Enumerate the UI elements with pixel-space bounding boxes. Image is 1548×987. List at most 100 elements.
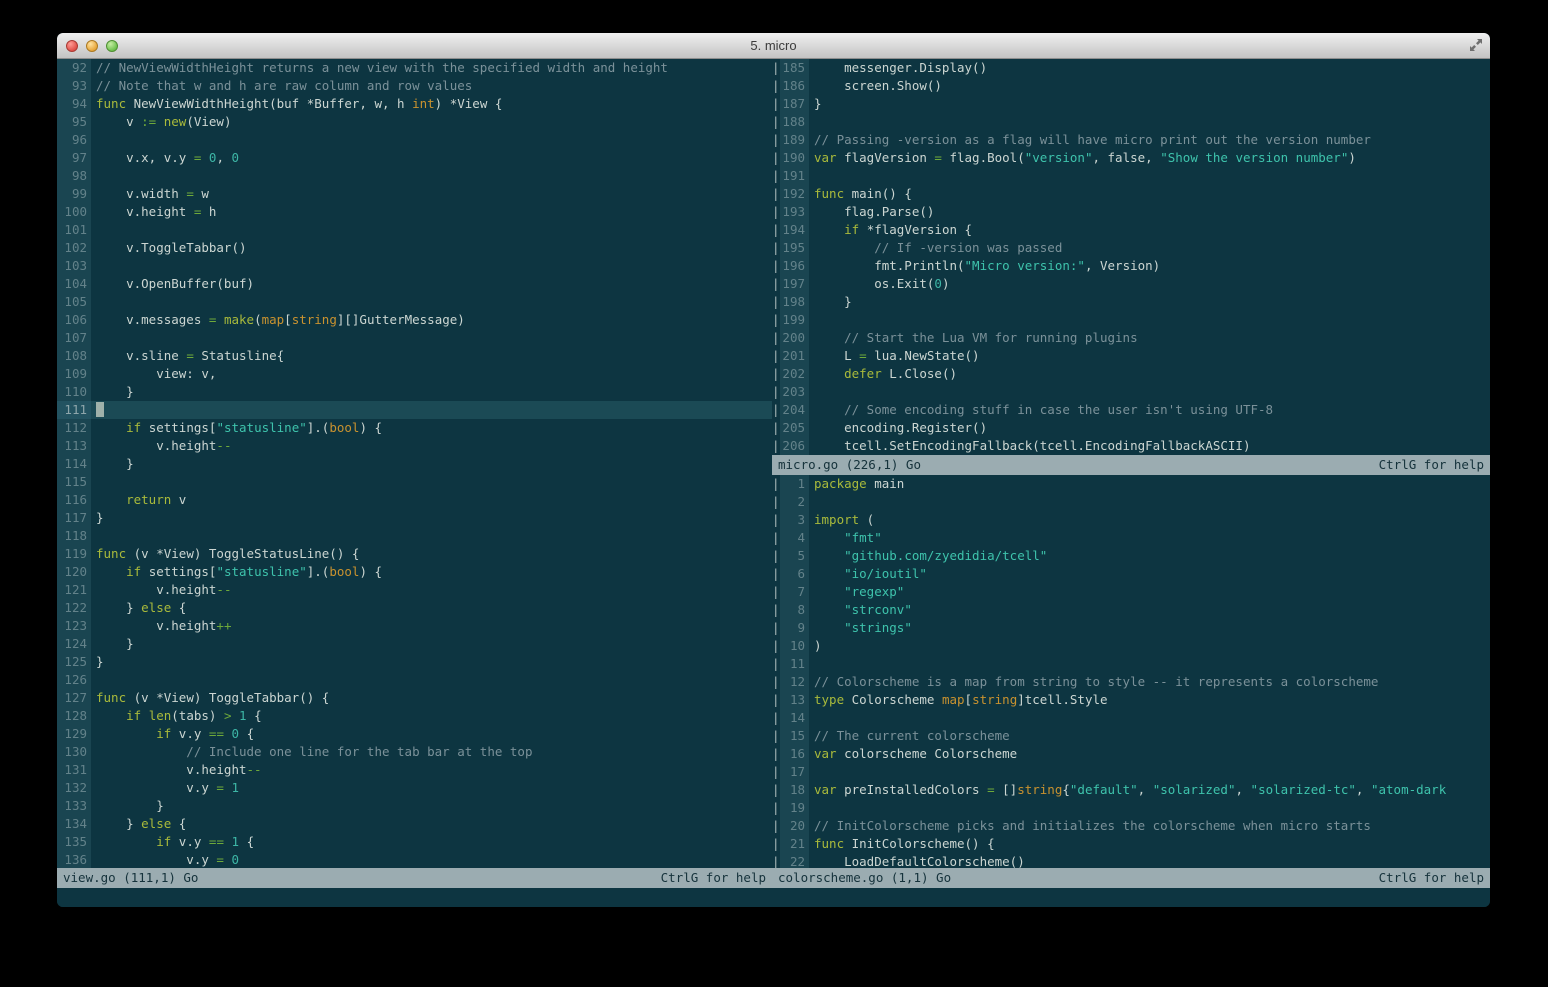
code-line[interactable]: |193 flag.Parse() xyxy=(772,203,1490,221)
code-line[interactable]: 134 } else { xyxy=(57,815,772,833)
code-line[interactable]: 128 if len(tabs) > 1 { xyxy=(57,707,772,725)
code-line[interactable]: 132 v.y = 1 xyxy=(57,779,772,797)
code-line[interactable]: 110 } xyxy=(57,383,772,401)
code-line[interactable]: 101 xyxy=(57,221,772,239)
code-line[interactable]: |189// Passing -version as a flag will h… xyxy=(772,131,1490,149)
code-line[interactable]: |1package main xyxy=(772,475,1490,493)
code-text: v := new(View) xyxy=(91,113,772,131)
code-line[interactable]: |186 screen.Show() xyxy=(772,77,1490,95)
code-line[interactable]: |4 "fmt" xyxy=(772,529,1490,547)
code-line[interactable]: 119func (v *View) ToggleStatusLine() { xyxy=(57,545,772,563)
code-line[interactable]: 131 v.height-- xyxy=(57,761,772,779)
code-line[interactable]: 109 view: v, xyxy=(57,365,772,383)
zoom-button[interactable] xyxy=(106,40,118,52)
code-line[interactable]: |21func InitColorscheme() { xyxy=(772,835,1490,853)
code-line[interactable]: |10) xyxy=(772,637,1490,655)
code-line[interactable]: 103 xyxy=(57,257,772,275)
code-line[interactable]: 104 v.OpenBuffer(buf) xyxy=(57,275,772,293)
code-line[interactable]: |9 "strings" xyxy=(772,619,1490,637)
code-line[interactable]: 123 v.height++ xyxy=(57,617,772,635)
code-line[interactable]: 98 xyxy=(57,167,772,185)
code-line[interactable]: |14 xyxy=(772,709,1490,727)
code-line[interactable]: 108 v.sline = Statusline{ xyxy=(57,347,772,365)
editor-pane-colorscheme-go[interactable]: |1package main|2|3import (|4 "fmt"|5 "gi… xyxy=(772,475,1490,868)
code-line[interactable]: |196 fmt.Println("Micro version:", Versi… xyxy=(772,257,1490,275)
editor-pane-micro-go[interactable]: |185 messenger.Display()|186 screen.Show… xyxy=(772,59,1490,455)
fullscreen-icon[interactable] xyxy=(1468,37,1484,53)
code-line[interactable]: 118 xyxy=(57,527,772,545)
code-line[interactable]: |12// Colorscheme is a map from string t… xyxy=(772,673,1490,691)
code-line[interactable]: |22 LoadDefaultColorscheme() xyxy=(772,853,1490,868)
code-line[interactable]: 113 v.height-- xyxy=(57,437,772,455)
code-line[interactable]: 105 xyxy=(57,293,772,311)
window-titlebar[interactable]: 5. micro xyxy=(57,33,1490,59)
code-line[interactable]: |8 "strconv" xyxy=(772,601,1490,619)
code-line[interactable]: |198 } xyxy=(772,293,1490,311)
code-line[interactable]: |187} xyxy=(772,95,1490,113)
code-line[interactable]: |20// InitColorscheme picks and initiali… xyxy=(772,817,1490,835)
code-text xyxy=(91,131,772,149)
code-line[interactable]: |194 if *flagVersion { xyxy=(772,221,1490,239)
code-line[interactable]: |190var flagVersion = flag.Bool("version… xyxy=(772,149,1490,167)
code-line[interactable]: 102 v.ToggleTabbar() xyxy=(57,239,772,257)
code-line[interactable]: 126 xyxy=(57,671,772,689)
code-line[interactable]: |18var preInstalledColors = []string{"de… xyxy=(772,781,1490,799)
code-line[interactable]: 114 } xyxy=(57,455,772,473)
code-line[interactable]: |201 L = lua.NewState() xyxy=(772,347,1490,365)
code-line[interactable]: |200 // Start the Lua VM for running plu… xyxy=(772,329,1490,347)
code-line[interactable]: |13type Colorscheme map[string]tcell.Sty… xyxy=(772,691,1490,709)
minimize-button[interactable] xyxy=(86,40,98,52)
code-line[interactable]: |204 // Some encoding stuff in case the … xyxy=(772,401,1490,419)
code-line[interactable]: 92// NewViewWidthHeight returns a new vi… xyxy=(57,59,772,77)
code-line[interactable]: 115 xyxy=(57,473,772,491)
window-controls xyxy=(66,33,118,58)
code-line[interactable]: 133 } xyxy=(57,797,772,815)
code-line[interactable]: |5 "github.com/zyedidia/tcell" xyxy=(772,547,1490,565)
code-line[interactable]: |11 xyxy=(772,655,1490,673)
code-line[interactable]: |185 messenger.Display() xyxy=(772,59,1490,77)
editor-pane-view-go[interactable]: 92// NewViewWidthHeight returns a new vi… xyxy=(57,59,772,868)
code-line[interactable]: 106 v.messages = make(map[string][]Gutte… xyxy=(57,311,772,329)
code-line[interactable]: |205 encoding.Register() xyxy=(772,419,1490,437)
code-line[interactable]: 125} xyxy=(57,653,772,671)
code-line[interactable]: |19 xyxy=(772,799,1490,817)
code-line[interactable]: 122 } else { xyxy=(57,599,772,617)
code-line[interactable]: 100 v.height = h xyxy=(57,203,772,221)
code-line[interactable]: |3import ( xyxy=(772,511,1490,529)
code-line[interactable]: |192func main() { xyxy=(772,185,1490,203)
code-line[interactable]: |2 xyxy=(772,493,1490,511)
code-line[interactable]: |203 xyxy=(772,383,1490,401)
code-line[interactable]: 112 if settings["statusline"].(bool) { xyxy=(57,419,772,437)
code-line[interactable]: |6 "io/ioutil" xyxy=(772,565,1490,583)
code-line[interactable]: |199 xyxy=(772,311,1490,329)
code-line[interactable]: 93// Note that w and h are raw column an… xyxy=(57,77,772,95)
code-line[interactable]: 95 v := new(View) xyxy=(57,113,772,131)
code-line[interactable]: |202 defer L.Close() xyxy=(772,365,1490,383)
close-button[interactable] xyxy=(66,40,78,52)
code-line[interactable]: 136 v.y = 0 xyxy=(57,851,772,868)
code-line[interactable]: 107 xyxy=(57,329,772,347)
code-line[interactable]: |7 "regexp" xyxy=(772,583,1490,601)
code-line[interactable]: 129 if v.y == 0 { xyxy=(57,725,772,743)
code-line[interactable]: 116 return v xyxy=(57,491,772,509)
code-line[interactable]: 97 v.x, v.y = 0, 0 xyxy=(57,149,772,167)
code-line[interactable]: 99 v.width = w xyxy=(57,185,772,203)
code-line[interactable]: 111 xyxy=(57,401,772,419)
code-line[interactable]: 96 xyxy=(57,131,772,149)
code-line[interactable]: |195 // If -version was passed xyxy=(772,239,1490,257)
code-line[interactable]: |188 xyxy=(772,113,1490,131)
code-line[interactable]: 117} xyxy=(57,509,772,527)
code-line[interactable]: 121 v.height-- xyxy=(57,581,772,599)
code-line[interactable]: |16var colorscheme Colorscheme xyxy=(772,745,1490,763)
code-line[interactable]: 120 if settings["statusline"].(bool) { xyxy=(57,563,772,581)
code-line[interactable]: |15// The current colorscheme xyxy=(772,727,1490,745)
code-line[interactable]: |17 xyxy=(772,763,1490,781)
code-line[interactable]: |191 xyxy=(772,167,1490,185)
code-line[interactable]: 130 // Include one line for the tab bar … xyxy=(57,743,772,761)
code-line[interactable]: 127func (v *View) ToggleTabbar() { xyxy=(57,689,772,707)
code-line[interactable]: |197 os.Exit(0) xyxy=(772,275,1490,293)
code-line[interactable]: 135 if v.y == 1 { xyxy=(57,833,772,851)
code-line[interactable]: 124 } xyxy=(57,635,772,653)
code-line[interactable]: |206 tcell.SetEncodingFallback(tcell.Enc… xyxy=(772,437,1490,455)
code-line[interactable]: 94func NewViewWidthHeight(buf *Buffer, w… xyxy=(57,95,772,113)
